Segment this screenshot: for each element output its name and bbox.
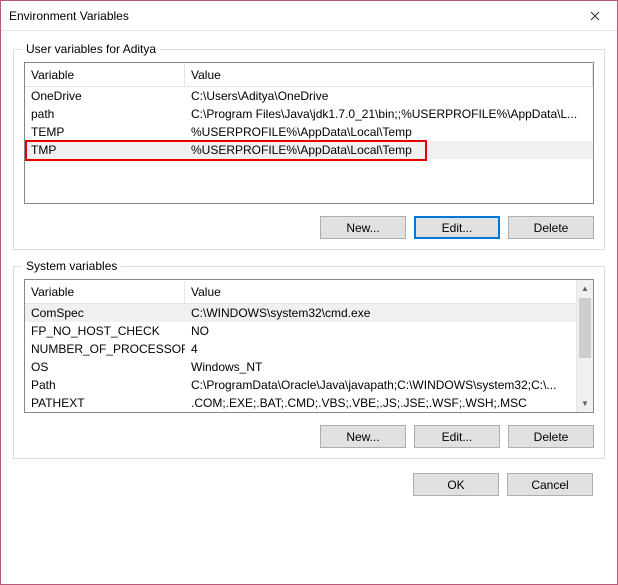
table-row[interactable]: OneDriveC:\Users\Aditya\OneDrive <box>25 87 593 105</box>
system-buttons: New... Edit... Delete <box>24 425 594 448</box>
user-edit-button[interactable]: Edit... <box>414 216 500 239</box>
env-vars-dialog: Environment Variables User variables for… <box>0 0 618 585</box>
system-vars-legend: System variables <box>22 259 121 273</box>
table-row[interactable]: TEMP%USERPROFILE%\AppData\Local\Temp <box>25 123 593 141</box>
col-value[interactable]: Value <box>185 64 593 86</box>
cell-variable: PATHEXT <box>25 395 185 411</box>
table-row[interactable]: PATHEXT.COM;.EXE;.BAT;.CMD;.VBS;.VBE;.JS… <box>25 394 576 412</box>
table-row[interactable]: ComSpecC:\WINDOWS\system32\cmd.exe <box>25 304 576 322</box>
col-variable[interactable]: Variable <box>25 64 185 86</box>
cell-variable: ComSpec <box>25 305 185 321</box>
cell-variable: TMP <box>25 142 185 158</box>
list-header: Variable Value <box>25 63 593 87</box>
table-row[interactable]: NUMBER_OF_PROCESSORS4 <box>25 340 576 358</box>
table-row[interactable]: OSWindows_NT <box>25 358 576 376</box>
close-button[interactable] <box>572 1 617 30</box>
dialog-buttons: OK Cancel <box>13 459 605 496</box>
cell-variable: OS <box>25 359 185 375</box>
cell-value: C:\Program Files\Java\jdk1.7.0_21\bin;;%… <box>185 106 593 122</box>
col-value[interactable]: Value <box>185 281 593 303</box>
dialog-content: User variables for Aditya Variable Value… <box>1 31 617 584</box>
user-new-button[interactable]: New... <box>320 216 406 239</box>
cell-value: %USERPROFILE%\AppData\Local\Temp <box>185 124 593 140</box>
cell-value: Windows_NT <box>185 359 576 375</box>
close-icon <box>590 11 600 21</box>
table-row[interactable]: FP_NO_HOST_CHECKNO <box>25 322 576 340</box>
system-vars-group: System variables Variable Value ComSpecC… <box>13 266 605 459</box>
scroll-down-icon[interactable]: ▼ <box>577 395 593 412</box>
table-row[interactable]: pathC:\Program Files\Java\jdk1.7.0_21\bi… <box>25 105 593 123</box>
window-title: Environment Variables <box>9 9 572 23</box>
cell-value: %USERPROFILE%\AppData\Local\Temp <box>185 142 593 158</box>
user-delete-button[interactable]: Delete <box>508 216 594 239</box>
user-vars-list[interactable]: Variable Value OneDriveC:\Users\Aditya\O… <box>24 62 594 204</box>
cell-variable: OneDrive <box>25 88 185 104</box>
cell-variable: NUMBER_OF_PROCESSORS <box>25 341 185 357</box>
system-new-button[interactable]: New... <box>320 425 406 448</box>
cell-value: NO <box>185 323 576 339</box>
list-header: Variable Value <box>25 280 593 304</box>
cell-variable: Path <box>25 377 185 393</box>
cell-variable: path <box>25 106 185 122</box>
cancel-button[interactable]: Cancel <box>507 473 593 496</box>
cell-variable: FP_NO_HOST_CHECK <box>25 323 185 339</box>
scrollbar[interactable]: ▲ ▼ <box>576 280 593 412</box>
system-edit-button[interactable]: Edit... <box>414 425 500 448</box>
titlebar[interactable]: Environment Variables <box>1 1 617 31</box>
scroll-up-icon[interactable]: ▲ <box>577 280 593 297</box>
cell-value: .COM;.EXE;.BAT;.CMD;.VBS;.VBE;.JS;.JSE;.… <box>185 395 576 411</box>
cell-variable: TEMP <box>25 124 185 140</box>
table-row[interactable]: PathC:\ProgramData\Oracle\Java\javapath;… <box>25 376 576 394</box>
cell-value: C:\WINDOWS\system32\cmd.exe <box>185 305 576 321</box>
user-buttons: New... Edit... Delete <box>24 216 594 239</box>
scroll-thumb[interactable] <box>579 298 591 358</box>
user-vars-legend: User variables for Aditya <box>22 42 160 56</box>
system-vars-list[interactable]: Variable Value ComSpecC:\WINDOWS\system3… <box>24 279 594 413</box>
table-row[interactable]: TMP%USERPROFILE%\AppData\Local\Temp <box>25 141 593 159</box>
system-delete-button[interactable]: Delete <box>508 425 594 448</box>
ok-button[interactable]: OK <box>413 473 499 496</box>
user-vars-group: User variables for Aditya Variable Value… <box>13 49 605 250</box>
cell-value: C:\ProgramData\Oracle\Java\javapath;C:\W… <box>185 377 576 393</box>
cell-value: C:\Users\Aditya\OneDrive <box>185 88 593 104</box>
cell-value: 4 <box>185 341 576 357</box>
table-row[interactable]: PROCESSOR_ARCHITECTUREAMD64 <box>25 412 576 413</box>
col-variable[interactable]: Variable <box>25 281 185 303</box>
